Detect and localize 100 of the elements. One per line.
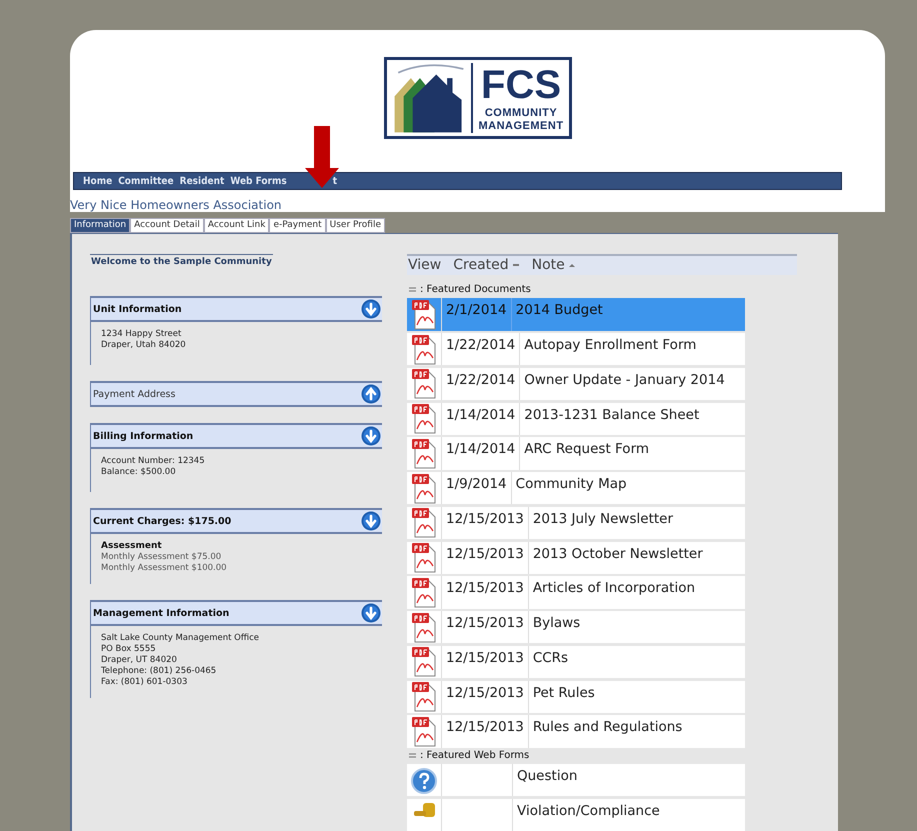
document-row[interactable]: 1/22/2014 Owner Update - January 2014	[407, 368, 745, 400]
date-cell: 12/15/2013	[442, 680, 529, 713]
pdf-icon	[411, 716, 437, 747]
note-cell-text: ARC Request Form	[523, 440, 650, 460]
pdf-icon	[411, 576, 437, 608]
question-icon	[411, 768, 437, 794]
note-cell-text: 2013 July Newsletter	[532, 510, 674, 529]
pdf-icon	[411, 612, 437, 643]
panel-text: PO Box 5555	[101, 644, 157, 655]
document-row[interactable]: 12/15/2013 2013 October Newsletter	[407, 542, 745, 574]
document-row[interactable]: 1/9/2014 Community Map	[407, 472, 745, 504]
document-row[interactable]: 2/1/2014 2014 Budget	[407, 298, 745, 331]
panel-text: Monthly Assessment $75.00	[101, 552, 222, 563]
pdf-icon	[411, 681, 437, 712]
welcome-title: Welcome to the Sample Community	[90, 254, 273, 267]
panel-text: Account Number: 12345	[101, 456, 206, 467]
note-cell-text: Violation/Compliance	[516, 802, 661, 821]
document-row[interactable]: 1/14/2014 ARC Request Form	[407, 437, 745, 470]
panel-header[interactable]: Billing Information	[90, 423, 382, 449]
date-cell: 1/14/2014	[442, 437, 520, 470]
date-cell: 2/1/2014	[442, 298, 512, 331]
logo-title: FCS	[481, 63, 562, 107]
panel-text: Balance: $500.00	[101, 467, 177, 478]
document-row[interactable]: 12/15/2013 Bylaws	[407, 611, 745, 644]
group-title: : Featured Documents	[420, 284, 531, 296]
document-row[interactable]: 12/15/2013 Articles of Incorporation	[407, 576, 745, 609]
collapse-icon	[409, 752, 416, 758]
nav-link[interactable]: Committee	[118, 176, 174, 186]
date-cell: 1/14/2014	[442, 402, 520, 435]
panel-header[interactable]: Management Information	[90, 600, 382, 626]
tab[interactable]: Information	[70, 218, 130, 233]
logo-subtitle: MANAGEMENT	[478, 120, 564, 133]
note-cell-text: 2013-1231 Balance Sheet	[523, 406, 700, 425]
document-row[interactable]: 12/15/2013 2013 July Newsletter	[407, 506, 745, 540]
document-row[interactable]: 1/14/2014 2013-1231 Balance Sheet	[407, 402, 745, 435]
date-cell: 12/15/2013	[442, 715, 529, 748]
nav-link[interactable]: Resident	[180, 176, 224, 186]
panel-title: Payment Address	[93, 388, 176, 400]
date-cell: 12/15/2013	[442, 506, 529, 540]
date-cell: 1/9/2014	[442, 472, 512, 504]
column-header[interactable]: Created	[453, 257, 509, 274]
document-row[interactable]: 12/15/2013 Pet Rules	[407, 680, 745, 713]
note-cell-text: Articles of Incorporation	[532, 579, 696, 598]
nav-link[interactable]: t	[332, 176, 338, 186]
pdf-icon	[411, 472, 437, 504]
note-cell-text: Owner Update - January 2014	[523, 370, 726, 390]
panel-text: Draper, Utah 84020	[101, 340, 187, 351]
note-cell-text: Community Map	[514, 475, 628, 494]
note-cell-text: Question	[516, 766, 578, 786]
note-cell-text: CCRs	[532, 648, 570, 668]
pdf-icon	[411, 403, 437, 434]
pdf-icon	[411, 438, 437, 469]
note-cell-text: Bylaws	[532, 614, 582, 634]
panel-title: Management Information	[93, 608, 230, 618]
document-row[interactable]: 12/15/2013 Rules and Regulations	[407, 715, 745, 748]
date-cell: 12/15/2013	[442, 611, 529, 644]
tab[interactable]: User Profile	[326, 218, 386, 233]
panel-text: 1234 Happy Street	[101, 329, 182, 340]
logo-subtitle: COMMUNITY	[484, 107, 558, 120]
arrow-annotation-icon	[305, 126, 339, 188]
nav-link[interactable]: Home	[83, 176, 112, 186]
date-cell: 1/22/2014	[442, 368, 520, 400]
pdf-icon	[411, 298, 437, 330]
tab[interactable]: Account Link	[204, 218, 270, 233]
note-cell-text: Autopay Enrollment Form	[523, 336, 698, 356]
pdf-icon	[411, 542, 437, 574]
panel-header[interactable]: Current Charges: $175.00	[90, 508, 382, 534]
pdf-icon	[411, 646, 437, 678]
form-row[interactable]: Violation/Compliance	[407, 798, 745, 831]
date-cell: 12/15/2013	[442, 646, 529, 678]
panel-header[interactable]: Unit Information	[90, 296, 382, 322]
nav-link[interactable]: Web Forms	[230, 176, 287, 186]
tab[interactable]: Account Detail	[130, 218, 204, 233]
form-row[interactable]: Question	[407, 764, 745, 796]
column-header[interactable]: Note	[532, 257, 565, 274]
pdf-icon	[411, 334, 437, 365]
document-row[interactable]: 1/22/2014 Autopay Enrollment Form	[407, 333, 745, 366]
group-title: : Featured Web Forms	[420, 750, 530, 761]
column-header[interactable]: View	[408, 257, 442, 274]
association-title: Very Nice Homeowners Association	[70, 198, 283, 212]
pdf-icon	[411, 507, 437, 538]
panel-title: Billing Information	[93, 430, 194, 442]
note-cell-text: 2014 Budget	[514, 301, 604, 320]
note-cell-text: 2013 October Newsletter	[532, 544, 704, 564]
date-cell: 1/22/2014	[442, 333, 520, 366]
panel-text: Draper, UT 84020	[101, 655, 178, 666]
collapse-icon	[409, 287, 416, 292]
panel-text: Salt Lake County Management Office	[101, 633, 260, 644]
panel-text: Fax: (801) 601-0303	[101, 677, 188, 688]
note-cell-text: Rules and Regulations	[532, 718, 684, 738]
panel-heading: Assessment	[101, 541, 163, 552]
panel-title: Current Charges: $175.00	[93, 516, 232, 526]
document-row[interactable]: 12/15/2013 CCRs	[407, 646, 745, 678]
panel-text: Telephone: (801) 256-0465	[101, 666, 218, 677]
note-cell-text: Pet Rules	[532, 684, 596, 703]
panel-header[interactable]: Payment Address	[90, 381, 382, 407]
pdf-icon	[411, 368, 437, 400]
tab[interactable]: e-Payment	[269, 218, 326, 233]
panel-title: Unit Information	[93, 304, 182, 314]
panel-text: Monthly Assessment $100.00	[101, 563, 228, 574]
